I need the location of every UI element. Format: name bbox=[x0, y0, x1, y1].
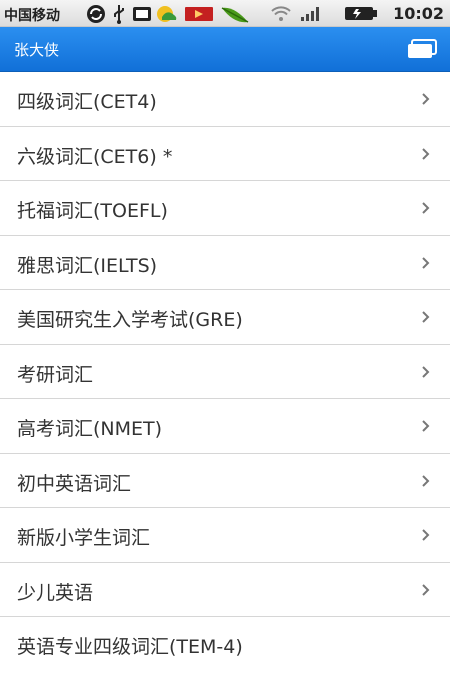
list-item[interactable]: 四级词汇(CET4) bbox=[0, 72, 450, 127]
chevron-right-icon bbox=[422, 420, 430, 432]
list-item-label: 雅思词汇(IELTS) bbox=[17, 254, 158, 277]
list-item-label: 四级词汇(CET4) bbox=[17, 91, 157, 113]
list-item[interactable]: 雅思词汇(IELTS) bbox=[0, 235, 450, 290]
list-item[interactable]: 初中英语词汇 bbox=[0, 453, 450, 508]
list-item-label: 托福词汇(TOEFL) bbox=[17, 200, 168, 222]
battery-icon bbox=[345, 7, 377, 20]
chevron-right-icon bbox=[422, 529, 430, 541]
list-item[interactable]: 美国研究生入学考试(GRE) bbox=[0, 290, 450, 345]
sync-icon bbox=[87, 5, 105, 23]
chevron-right-icon bbox=[422, 311, 430, 323]
list-item-label: 初中英语词汇 bbox=[17, 472, 132, 495]
window-stack-icon[interactable] bbox=[406, 39, 438, 59]
list-item-label: 高考词汇(NMET) bbox=[17, 418, 163, 440]
list-item[interactable]: 托福词汇(TOEFL) bbox=[0, 181, 450, 236]
chevron-right-icon bbox=[422, 147, 430, 160]
title-bar: 张大侠 bbox=[0, 27, 450, 72]
video-icon bbox=[185, 7, 213, 21]
list-item[interactable]: 高考词汇(NMET) bbox=[0, 399, 450, 454]
list-item-label: 美国研究生入学考试(GRE) bbox=[17, 309, 243, 331]
leaf-icon bbox=[221, 7, 249, 23]
list-item[interactable]: 六级词汇(CET6) * bbox=[0, 126, 450, 181]
list-item-label: 考研词汇 bbox=[17, 363, 94, 386]
list-item[interactable]: 考研词汇 bbox=[0, 344, 450, 399]
clock: 10:02 bbox=[393, 4, 444, 23]
list-item-label: 六级词汇(CET6) * bbox=[17, 145, 173, 168]
chevron-right-icon bbox=[422, 202, 430, 214]
list-item[interactable]: 英语专业四级词汇(TEM-4) bbox=[0, 617, 450, 672]
list-item-label: 英语专业四级词汇(TEM-4) bbox=[17, 636, 243, 658]
chevron-right-icon bbox=[422, 256, 430, 269]
page-title: 张大侠 bbox=[14, 41, 60, 59]
signal-icon bbox=[301, 7, 319, 21]
list-item-label: 少儿英语 bbox=[17, 581, 94, 604]
wifi-icon bbox=[271, 6, 291, 21]
weather-icon bbox=[157, 6, 177, 22]
list-item[interactable]: 新版小学生词汇 bbox=[0, 508, 450, 563]
chevron-right-icon bbox=[422, 583, 430, 596]
status-bar: 中国移动 10:02 bbox=[0, 0, 450, 27]
carrier-name: 中国移动 bbox=[4, 8, 60, 24]
vocabulary-list: 四级词汇(CET4) 六级词汇(CET6) * 托福词汇(TOEFL) 雅思词汇… bbox=[0, 72, 450, 672]
list-item[interactable]: 少儿英语 bbox=[0, 562, 450, 617]
chevron-right-icon bbox=[422, 365, 430, 378]
screenshot-icon bbox=[133, 7, 151, 21]
usb-icon bbox=[114, 5, 124, 24]
chevron-right-icon bbox=[422, 93, 430, 105]
list-item-label: 新版小学生词汇 bbox=[17, 527, 151, 549]
chevron-right-icon bbox=[422, 474, 430, 487]
